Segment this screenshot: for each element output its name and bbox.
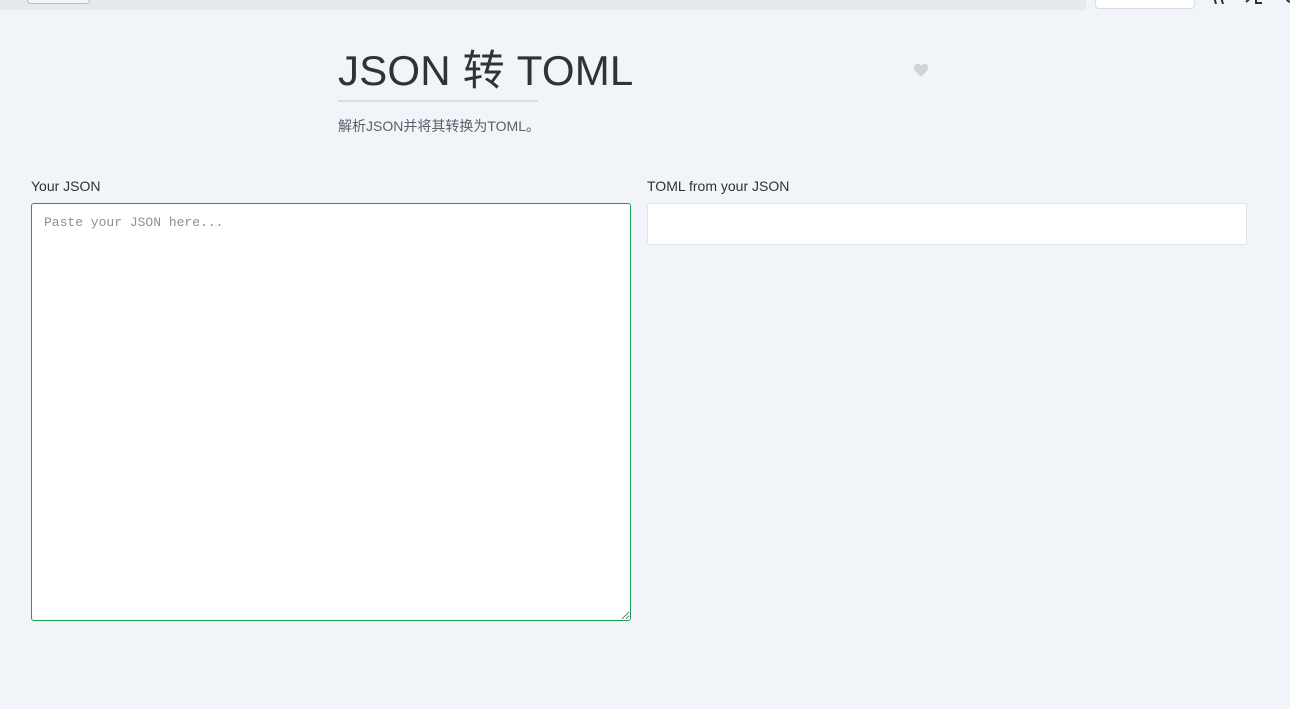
top-bar xyxy=(0,0,1086,10)
json-input-label: Your JSON xyxy=(31,178,101,194)
heart-icon xyxy=(914,63,928,77)
translate-icon[interactable] xyxy=(1244,0,1264,4)
theme-icon[interactable] xyxy=(1278,0,1290,4)
github-icon[interactable] xyxy=(1211,0,1227,4)
toml-output-label: TOML from your JSON xyxy=(647,178,790,194)
favorite-button[interactable] xyxy=(913,63,929,77)
search-input[interactable] xyxy=(1095,0,1195,9)
toml-output[interactable] xyxy=(647,203,1247,245)
menu-button[interactable] xyxy=(27,0,90,4)
json-input[interactable] xyxy=(31,203,631,621)
page-description: 解析JSON并将其转换为TOML。 xyxy=(338,118,540,134)
tool-header: JSON 转 TOML 解析JSON并将其转换为TOML。 xyxy=(338,44,938,136)
title-divider xyxy=(338,100,538,102)
page-title: JSON 转 TOML xyxy=(338,47,634,94)
